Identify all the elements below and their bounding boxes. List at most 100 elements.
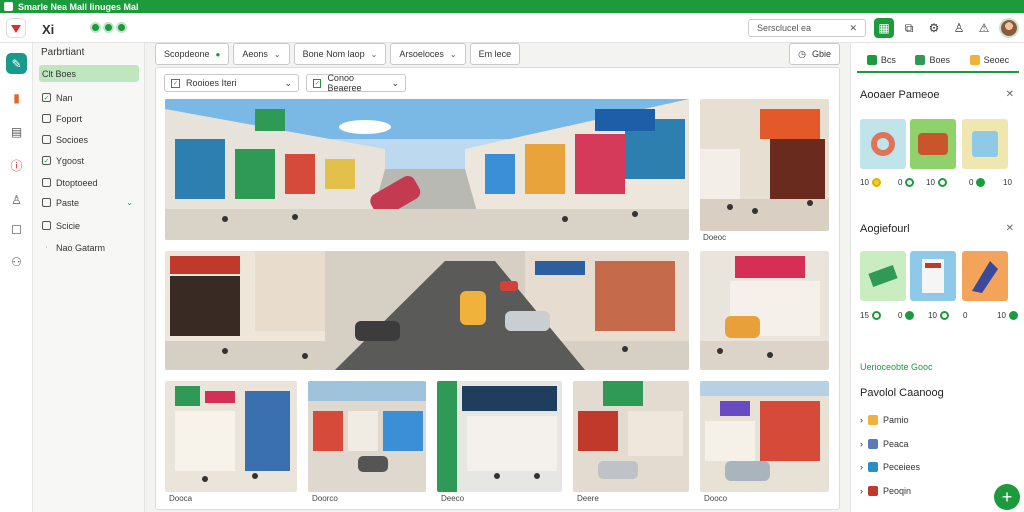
image-caption: Doorco (312, 494, 338, 503)
filter-button-5[interactable]: Em lece (469, 43, 521, 65)
status-dot-icon: ● (215, 49, 221, 59)
main-content: Scopdeone ● Aeons ⌄ Bone Nom laop ⌄ Arsoelo… (145, 43, 850, 512)
coin-icon (871, 178, 881, 187)
profile-icon[interactable]: ⚇ (6, 251, 27, 272)
mall-image-thumb-7[interactable] (700, 381, 829, 492)
stat-value: 10 (926, 178, 935, 187)
nav-item-nao-gatarm[interactable]: · Nao Gatarm (39, 239, 139, 256)
book-icon[interactable]: ▮ (6, 87, 27, 108)
nav-item-clt-boes[interactable]: Clt Boes (39, 65, 139, 82)
checkbox-icon: ✓ (313, 78, 322, 88)
status-tag: Uerioceobte Gooc (860, 362, 933, 372)
nav-item-label: Ygoost (56, 155, 85, 166)
mall-image-thumb-4[interactable] (308, 381, 426, 492)
section-title: Pavolol Caanoog (860, 387, 944, 399)
brand-label: Xi (42, 22, 55, 37)
alert-icon[interactable]: ⓘ (6, 155, 27, 176)
nav-item-socioes[interactable]: Socioes (39, 131, 139, 148)
mall-image-street[interactable] (165, 251, 689, 370)
tab-icon (915, 55, 926, 65)
app-logo-icon[interactable] (6, 18, 26, 38)
image-caption: Deeco (441, 494, 465, 503)
nav-item-foport[interactable]: Foport (39, 110, 139, 127)
window-title: Smarle Nea Mall Iinuges Mal (18, 1, 139, 12)
mall-image-main[interactable] (165, 99, 689, 240)
brush-icon[interactable]: ✎ (6, 53, 27, 74)
filter-button-2[interactable]: Aeons ⌄ (233, 43, 290, 65)
stat-row: 0 (898, 311, 915, 320)
mall-image-thumb-2[interactable] (700, 251, 829, 370)
chevron-down-icon: ⌄ (449, 49, 457, 59)
tab-boes[interactable]: Boes (915, 49, 950, 71)
status-pills (90, 22, 127, 33)
select-value: Conoo Beaeree (327, 73, 362, 93)
tab-seoec[interactable]: Seoec (969, 49, 1009, 71)
header-search-input[interactable]: Sersclucel ea ✕ (748, 19, 866, 37)
stat-row: 10 (1003, 178, 1012, 187)
tab-label: Boes (929, 55, 950, 65)
filter-toolbar: Scopdeone ● Aeons ⌄ Bone Nom laop ⌄ Arsoelo… (155, 43, 521, 65)
asset-thumb-6[interactable] (962, 251, 1008, 301)
right-tabs: Bcs Boes Seoec (857, 49, 1019, 73)
gear-icon[interactable]: ⚙ (924, 18, 944, 38)
grid-icon[interactable]: ▦ (874, 18, 894, 38)
checkbox-icon (42, 135, 51, 144)
filter-label: Scopdeone (164, 49, 210, 59)
share-button[interactable]: ◷ Gbie (789, 43, 840, 65)
nav-item-label: Paste (56, 197, 80, 208)
nav-item-dtoptoeed[interactable]: Dtoptoeed (39, 174, 139, 191)
filter-button-4[interactable]: Arsoeloces ⌄ (390, 43, 466, 65)
add-button[interactable]: + (994, 484, 1020, 510)
list-item[interactable]: › Peoqin (860, 486, 911, 496)
mall-image-thumb-6[interactable] (573, 381, 689, 492)
category-select[interactable]: ✓ Rooioes Iteri ⌄ (164, 74, 299, 92)
nav-item-ygoost[interactable]: ✓ Ygoost (39, 152, 139, 169)
filter-label: Em lece (478, 49, 512, 59)
tab-bcs[interactable]: Bcs (866, 49, 896, 71)
stat-row: 0 (969, 178, 986, 187)
mall-image-thumb-3[interactable] (165, 381, 297, 492)
user-icon[interactable]: ♙ (6, 189, 27, 210)
close-icon[interactable]: ✕ (1006, 89, 1014, 100)
asset-thumb-3[interactable] (962, 119, 1008, 169)
filter-button-1[interactable]: Scopdeone ● (155, 43, 230, 65)
chevron-down-icon[interactable]: ⌄ (126, 198, 133, 207)
chat-icon[interactable]: ☐ (6, 219, 27, 240)
close-icon[interactable]: ✕ (849, 23, 857, 34)
nav-item-paste[interactable]: Paste ⌄ (39, 194, 139, 211)
chevron-down-icon: ⌄ (370, 49, 378, 59)
asset-thumb-5[interactable] (910, 251, 956, 301)
status-ring-icon (871, 311, 881, 320)
filter-button-3[interactable]: Bone Nom laop ⌄ (293, 43, 387, 65)
mall-image-thumb-1[interactable] (700, 99, 829, 231)
mall-image-thumb-5[interactable] (437, 381, 562, 492)
list-item[interactable]: › Peceiees (860, 462, 920, 472)
checkbox-icon (42, 198, 51, 207)
asset-thumb-1[interactable] (860, 119, 906, 169)
filter-label: Bone Nom laop (302, 49, 365, 59)
sort-select[interactable]: ✓ Conoo Beaeree ⌄ (306, 73, 406, 93)
asset-thumb-4[interactable] (860, 251, 906, 301)
users-icon[interactable]: ♙ (949, 18, 969, 38)
stat-row: 10 (997, 311, 1018, 320)
icon-rail: ✎ ▮ ▤ ⓘ ♙ ☐ ⚇ (0, 43, 33, 512)
nav-panel: Parbrtiant Clt Boes ✓ Nan Foport Socioes … (33, 43, 145, 512)
stat-row: 10 (928, 311, 949, 320)
list-item[interactable]: › Pamio (860, 415, 909, 425)
chevron-down-icon: ⌄ (391, 77, 399, 88)
nav-item-nan[interactable]: ✓ Nan (39, 89, 139, 106)
avatar[interactable] (999, 18, 1019, 38)
list-item[interactable]: › Peaca (860, 439, 909, 449)
document-icon[interactable]: ▤ (6, 121, 27, 142)
image-caption: Dooco (704, 494, 728, 503)
tab-icon (969, 55, 980, 65)
status-ring-icon (939, 311, 949, 320)
asset-thumb-2[interactable] (910, 119, 956, 169)
nav-item-scicie[interactable]: Scicie (39, 217, 139, 234)
alert-icon[interactable]: ⚠ (974, 18, 994, 38)
checkbox-icon: ✓ (171, 78, 180, 88)
close-icon[interactable]: ✕ (1006, 223, 1014, 234)
stat-value: 0 (969, 178, 974, 187)
layers-icon[interactable]: ⧉ (899, 18, 919, 38)
nav-item-label: Socioes (56, 134, 89, 145)
